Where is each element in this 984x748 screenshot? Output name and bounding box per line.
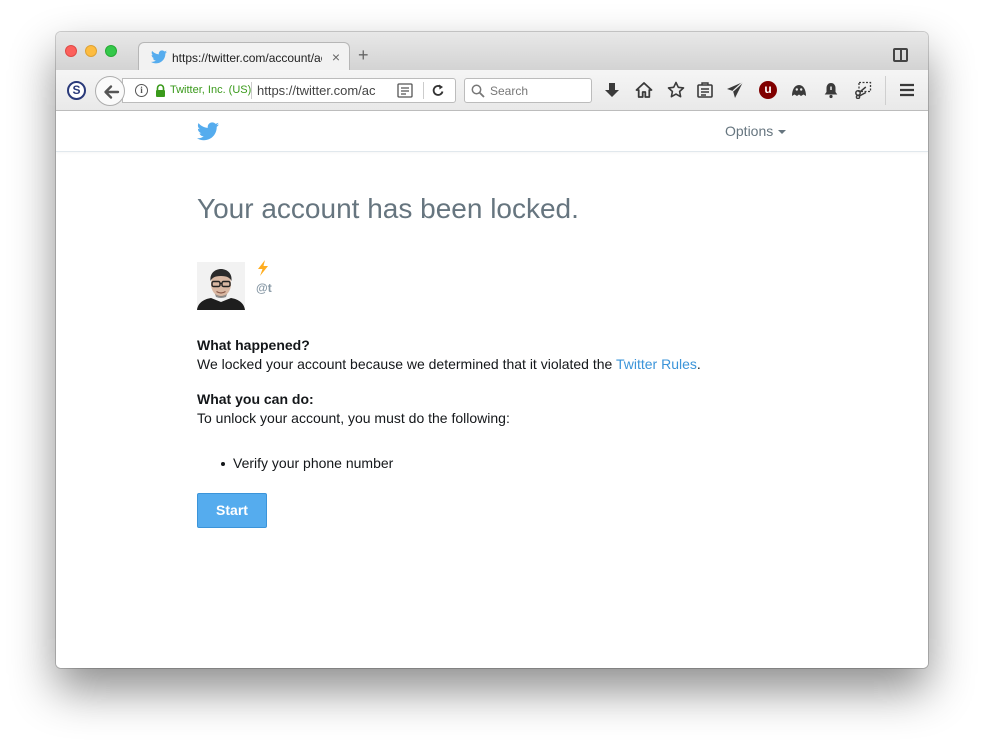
options-label: Options <box>725 123 774 139</box>
extension-s-icon[interactable]: S <box>67 81 86 100</box>
zoom-window-button[interactable] <box>105 45 117 57</box>
what-happened-text: We locked your account because we determ… <box>197 356 701 372</box>
what-happened-body: We locked your account because we determ… <box>197 356 616 372</box>
options-dropdown[interactable]: Options <box>725 123 787 139</box>
bookmark-star-icon[interactable] <box>667 81 685 99</box>
url-divider <box>251 82 252 99</box>
what-happened-period: . <box>696 356 701 372</box>
twitter-bird-icon <box>151 50 167 64</box>
home-icon[interactable] <box>635 81 653 99</box>
back-button[interactable] <box>95 76 125 106</box>
list-bullet <box>221 462 225 466</box>
start-button[interactable]: Start <box>197 493 267 528</box>
tab-close-icon[interactable]: × <box>332 49 340 65</box>
what-you-can-do-text: To unlock your account, you must do the … <box>197 410 510 426</box>
page-title: Your account has been locked. <box>197 193 579 224</box>
tab-twitter[interactable]: https://twitter.com/account/ac × <box>138 42 350 71</box>
avatar <box>197 262 245 310</box>
profile-photo-image <box>197 262 245 310</box>
url-divider <box>423 82 424 99</box>
tab-strip: https://twitter.com/account/ac × + <box>56 32 928 71</box>
bookmarks-menu-icon[interactable] <box>696 81 714 99</box>
close-window-button[interactable] <box>65 45 77 57</box>
url-bar[interactable]: i Twitter, Inc. (US) https://twitter.com… <box>122 78 456 103</box>
download-icon[interactable] <box>603 81 621 99</box>
search-placeholder: Search <box>490 84 529 98</box>
notification-bell-icon[interactable] <box>822 81 840 99</box>
search-icon <box>471 84 485 98</box>
lightning-bolt-icon <box>258 260 268 276</box>
url-text[interactable]: https://twitter.com/ac <box>257 83 377 98</box>
sidebar-toggle-icon[interactable] <box>893 48 908 62</box>
twitter-bird-logo-icon[interactable] <box>197 122 219 141</box>
caret-down-icon <box>778 130 787 135</box>
web-page: Options Your account has been locked. @t… <box>56 111 928 668</box>
back-arrow-icon <box>104 85 120 99</box>
site-identity-label[interactable]: Twitter, Inc. (US) <box>170 84 251 96</box>
browser-window: https://twitter.com/account/ac × + S i T… <box>56 32 928 668</box>
send-tab-icon[interactable] <box>726 81 744 99</box>
step-list-item: Verify your phone number <box>233 455 394 471</box>
minimize-window-button[interactable] <box>85 45 97 57</box>
toolbar-divider <box>885 76 886 105</box>
lock-icon <box>156 84 165 97</box>
twitter-rules-link[interactable]: Twitter Rules <box>616 356 697 372</box>
what-you-can-do-heading: What you can do: <box>197 391 314 407</box>
what-happened-heading: What happened? <box>197 337 310 353</box>
hamburger-menu-icon[interactable] <box>898 81 916 99</box>
reader-view-icon[interactable] <box>397 83 413 98</box>
user-handle[interactable]: @t <box>256 281 272 295</box>
navigation-toolbar: S i Twitter, Inc. (US) https://twitter.c… <box>56 70 928 111</box>
tab-title: https://twitter.com/account/ac <box>172 51 322 65</box>
twitter-top-bar: Options <box>56 111 928 152</box>
info-icon[interactable]: i <box>135 84 148 97</box>
screenshot-scissors-icon[interactable] <box>854 81 872 99</box>
search-bar[interactable]: Search <box>464 78 592 103</box>
new-tab-button[interactable]: + <box>358 46 369 64</box>
reload-icon[interactable] <box>431 83 445 98</box>
ublock-icon[interactable]: u <box>759 81 777 99</box>
ghostery-icon[interactable] <box>790 81 808 99</box>
